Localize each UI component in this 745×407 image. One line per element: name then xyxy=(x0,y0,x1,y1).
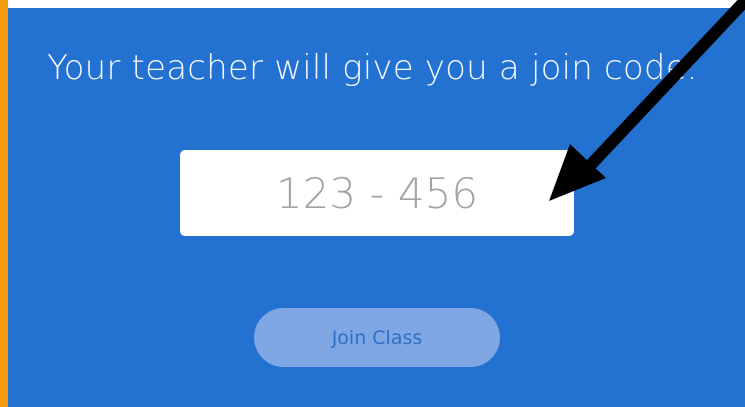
join-code-instruction: Your teacher will give you a join code. xyxy=(47,48,698,88)
join-code-input[interactable] xyxy=(180,150,574,236)
join-class-screen: Your teacher will give you a join code. … xyxy=(0,0,745,407)
top-strip xyxy=(0,0,745,8)
join-class-button[interactable]: Join Class xyxy=(254,308,500,367)
